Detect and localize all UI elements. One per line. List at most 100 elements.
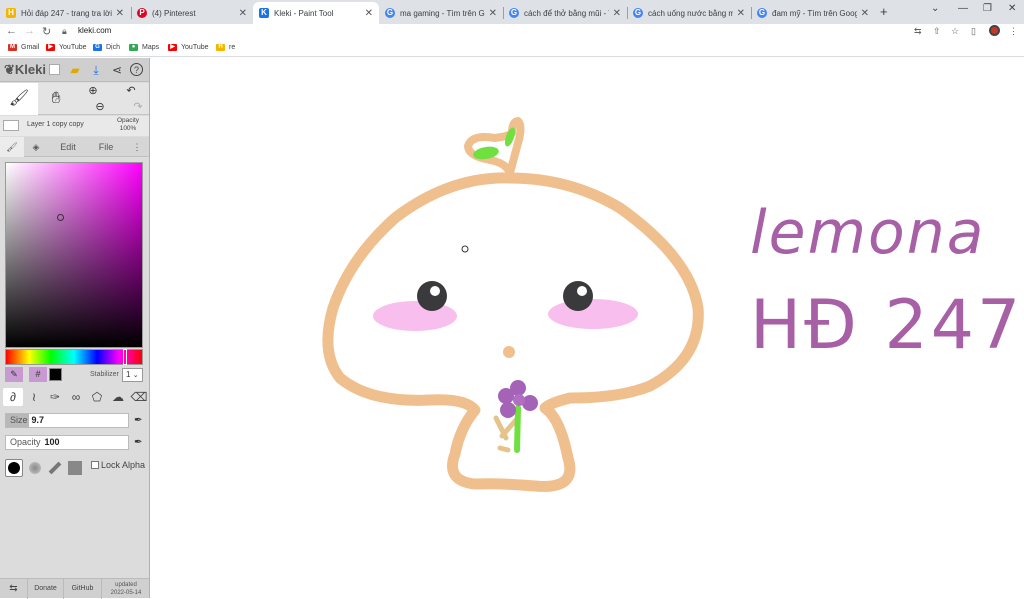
menu-dots-icon[interactable]: ⋮ <box>1009 26 1018 37</box>
hex-input-button[interactable]: # <box>29 367 47 382</box>
side-panel-icon[interactable]: ▯ <box>971 26 976 37</box>
bookmark-star-icon[interactable]: ☆ <box>951 26 959 37</box>
chalk-shape-button[interactable] <box>46 459 64 477</box>
brush-type-row: ∂ ≀ ✑ ∞ ⬠ ☁︎ ⌫ <box>0 387 149 407</box>
hoidap-icon: H <box>216 44 225 51</box>
brush-cursor <box>461 245 469 253</box>
bookmark-gmail[interactable]: M Gmail <box>8 44 39 51</box>
close-tab-icon[interactable]: ✕ <box>861 8 869 19</box>
minimize-icon[interactable]: — <box>958 3 968 14</box>
bookmark-youtube[interactable]: ▶ YouTube <box>46 44 87 51</box>
opacity-slider[interactable]: Opacity 100 <box>5 435 129 450</box>
layer-preview[interactable]: Layer 1 copy copy Opacity 100% <box>0 116 149 136</box>
close-tab-icon[interactable]: ✕ <box>489 8 497 19</box>
close-tab-icon[interactable]: ✕ <box>613 8 621 19</box>
zoom-buttons[interactable]: ⊕ ⊖ <box>76 83 110 115</box>
tab-brush[interactable]: 🖌︎ <box>0 137 24 157</box>
opacity-pressure-pen-icon[interactable]: ✒ <box>134 437 142 448</box>
brush-tool-button[interactable]: 🖌︎ <box>0 83 38 115</box>
close-tab-icon[interactable]: ✕ <box>737 8 745 19</box>
layers-icon: ◈ <box>32 142 40 152</box>
tab-google-4[interactable]: G đam mỹ - Tìm trên Google ✕ <box>751 2 875 24</box>
updated-date: 2022-05-14 <box>110 590 142 596</box>
more-options-icon[interactable]: ⋮ <box>126 137 148 157</box>
back-arrow-icon[interactable]: ← <box>6 25 17 37</box>
download-icon[interactable]: ⤓ <box>88 62 104 78</box>
kleki-logo[interactable]: ❦Kleki <box>4 62 46 78</box>
tab-google-3[interactable]: G cách uống nước bằng mồm - ✕ <box>627 2 751 24</box>
bookmark-dich[interactable]: G Dịch <box>93 44 120 51</box>
square-shape-button[interactable] <box>66 459 84 477</box>
kleki-sidebar: ❦Kleki ▰ ⤓ ⋖ ? 🖌︎ ✋︎ ⊕ ⊖ ↶ ↷ Layer 1 cop… <box>0 58 150 599</box>
tab-layers[interactable]: ◈ <box>24 137 48 157</box>
chemy-brush-icon[interactable]: ⬠ <box>87 388 107 406</box>
pixel-brush-icon[interactable]: ∞ <box>66 388 86 406</box>
bookmark-label: re <box>229 44 236 51</box>
drawing-canvas[interactable]: lemona HĐ 247 <box>150 58 1024 598</box>
square-icon <box>68 461 82 475</box>
round-soft-shape-button[interactable] <box>26 459 44 477</box>
tab-kleki[interactable]: K Kleki - Paint Tool ✕ <box>253 2 379 24</box>
hue-slider[interactable] <box>5 349 143 365</box>
color-saturation-picker[interactable] <box>5 162 143 348</box>
size-value: 9.7 <box>31 415 45 425</box>
help-icon[interactable]: ? <box>130 63 143 76</box>
bookmarks-bar: M Gmail ▶ YouTube G Dịch ● Maps ▶ YouTub… <box>0 41 1024 57</box>
github-link[interactable]: GitHub <box>64 579 102 599</box>
lock-icon[interactable]: 🔒︎ <box>62 26 67 37</box>
address-bar[interactable]: kleki.com <box>78 26 111 35</box>
size-slider[interactable]: Size 9.7 <box>5 413 129 428</box>
eraser-icon[interactable]: ⌫ <box>129 388 149 406</box>
close-tab-icon[interactable]: ✕ <box>116 8 124 19</box>
smudge-brush-icon[interactable]: ☁︎ <box>108 388 128 406</box>
undo-icon[interactable]: ↶ <box>126 85 135 97</box>
youtube-icon: ▶ <box>168 44 177 51</box>
tab-search-icon[interactable]: ⌄ <box>931 3 939 14</box>
close-tab-icon[interactable]: ✕ <box>365 8 373 19</box>
donate-link[interactable]: Donate <box>28 579 64 599</box>
translate-icon[interactable]: ⇆ <box>914 26 922 37</box>
eyedropper-icon[interactable]: ✎ <box>5 367 23 382</box>
bookmark-youtube-2[interactable]: ▶ YouTube <box>168 44 209 51</box>
undo-redo-buttons[interactable]: ↶ ↷ <box>114 83 148 115</box>
tab-edit[interactable]: Edit <box>48 137 88 157</box>
color-picker-handle[interactable] <box>57 214 64 221</box>
bookmark-maps[interactable]: ● Maps <box>129 44 159 51</box>
redo-icon[interactable]: ↷ <box>133 101 142 113</box>
tab-google-2[interactable]: G cách để thở bằng mũi - Tìm trê ✕ <box>503 2 627 24</box>
forward-arrow-icon[interactable]: → <box>24 25 35 37</box>
restore-icon[interactable]: ❐ <box>983 3 992 14</box>
tab-file[interactable]: File <box>88 137 124 157</box>
bookmark-label: YouTube <box>59 44 87 51</box>
tab-pinterest[interactable]: P (4) Pinterest ✕ <box>131 2 253 24</box>
tab-google-1[interactable]: G ma gaming - Tìm trên Google ✕ <box>379 2 503 24</box>
profile-avatar[interactable] <box>989 25 1000 36</box>
current-color-swatch[interactable] <box>49 368 62 381</box>
round-hard-shape-button[interactable] <box>5 459 23 477</box>
pen-brush-icon[interactable]: ∂ <box>3 388 23 406</box>
browser-nav-bar: ← → ↻ 🔒︎ kleki.com ⇆ ⇧ ☆ ▯ ⋮ <box>0 24 1024 41</box>
tab-hoidap[interactable]: H Hỏi đáp 247 - trang tra lời ✕ <box>0 2 130 24</box>
bookmark-re[interactable]: H re <box>216 44 235 51</box>
handwritten-lemona: lemona <box>750 198 986 268</box>
sketchy-brush-icon[interactable]: ✑ <box>45 388 65 406</box>
close-window-icon[interactable]: ✕ <box>1008 3 1016 14</box>
hand-tool-button[interactable]: ✋︎ <box>40 83 72 115</box>
open-folder-icon[interactable]: ▰ <box>67 62 83 78</box>
size-pressure-pen-icon[interactable]: ✒ <box>134 415 142 426</box>
share-icon[interactable]: ⋖ <box>109 62 125 78</box>
stabilizer-value: 1 <box>126 370 131 379</box>
new-image-icon[interactable] <box>49 64 60 75</box>
stabilizer-select[interactable]: 1 ⌄ <box>122 368 143 382</box>
reload-icon[interactable]: ↻ <box>42 25 51 38</box>
zoom-in-icon[interactable]: ⊕ <box>88 85 97 97</box>
zoom-out-icon[interactable]: ⊖ <box>95 101 104 113</box>
stabilizer-label: Stabilizer <box>90 371 119 378</box>
close-tab-icon[interactable]: ✕ <box>239 8 247 19</box>
share-icon[interactable]: ⇧ <box>933 26 941 37</box>
blend-brush-icon[interactable]: ≀ <box>24 388 44 406</box>
lock-alpha-checkbox[interactable]: Lock Alpha <box>91 460 145 470</box>
hue-handle[interactable] <box>123 349 127 365</box>
swap-layout-icon[interactable]: ⇆ <box>0 579 28 599</box>
new-tab-button[interactable]: + <box>880 4 888 19</box>
